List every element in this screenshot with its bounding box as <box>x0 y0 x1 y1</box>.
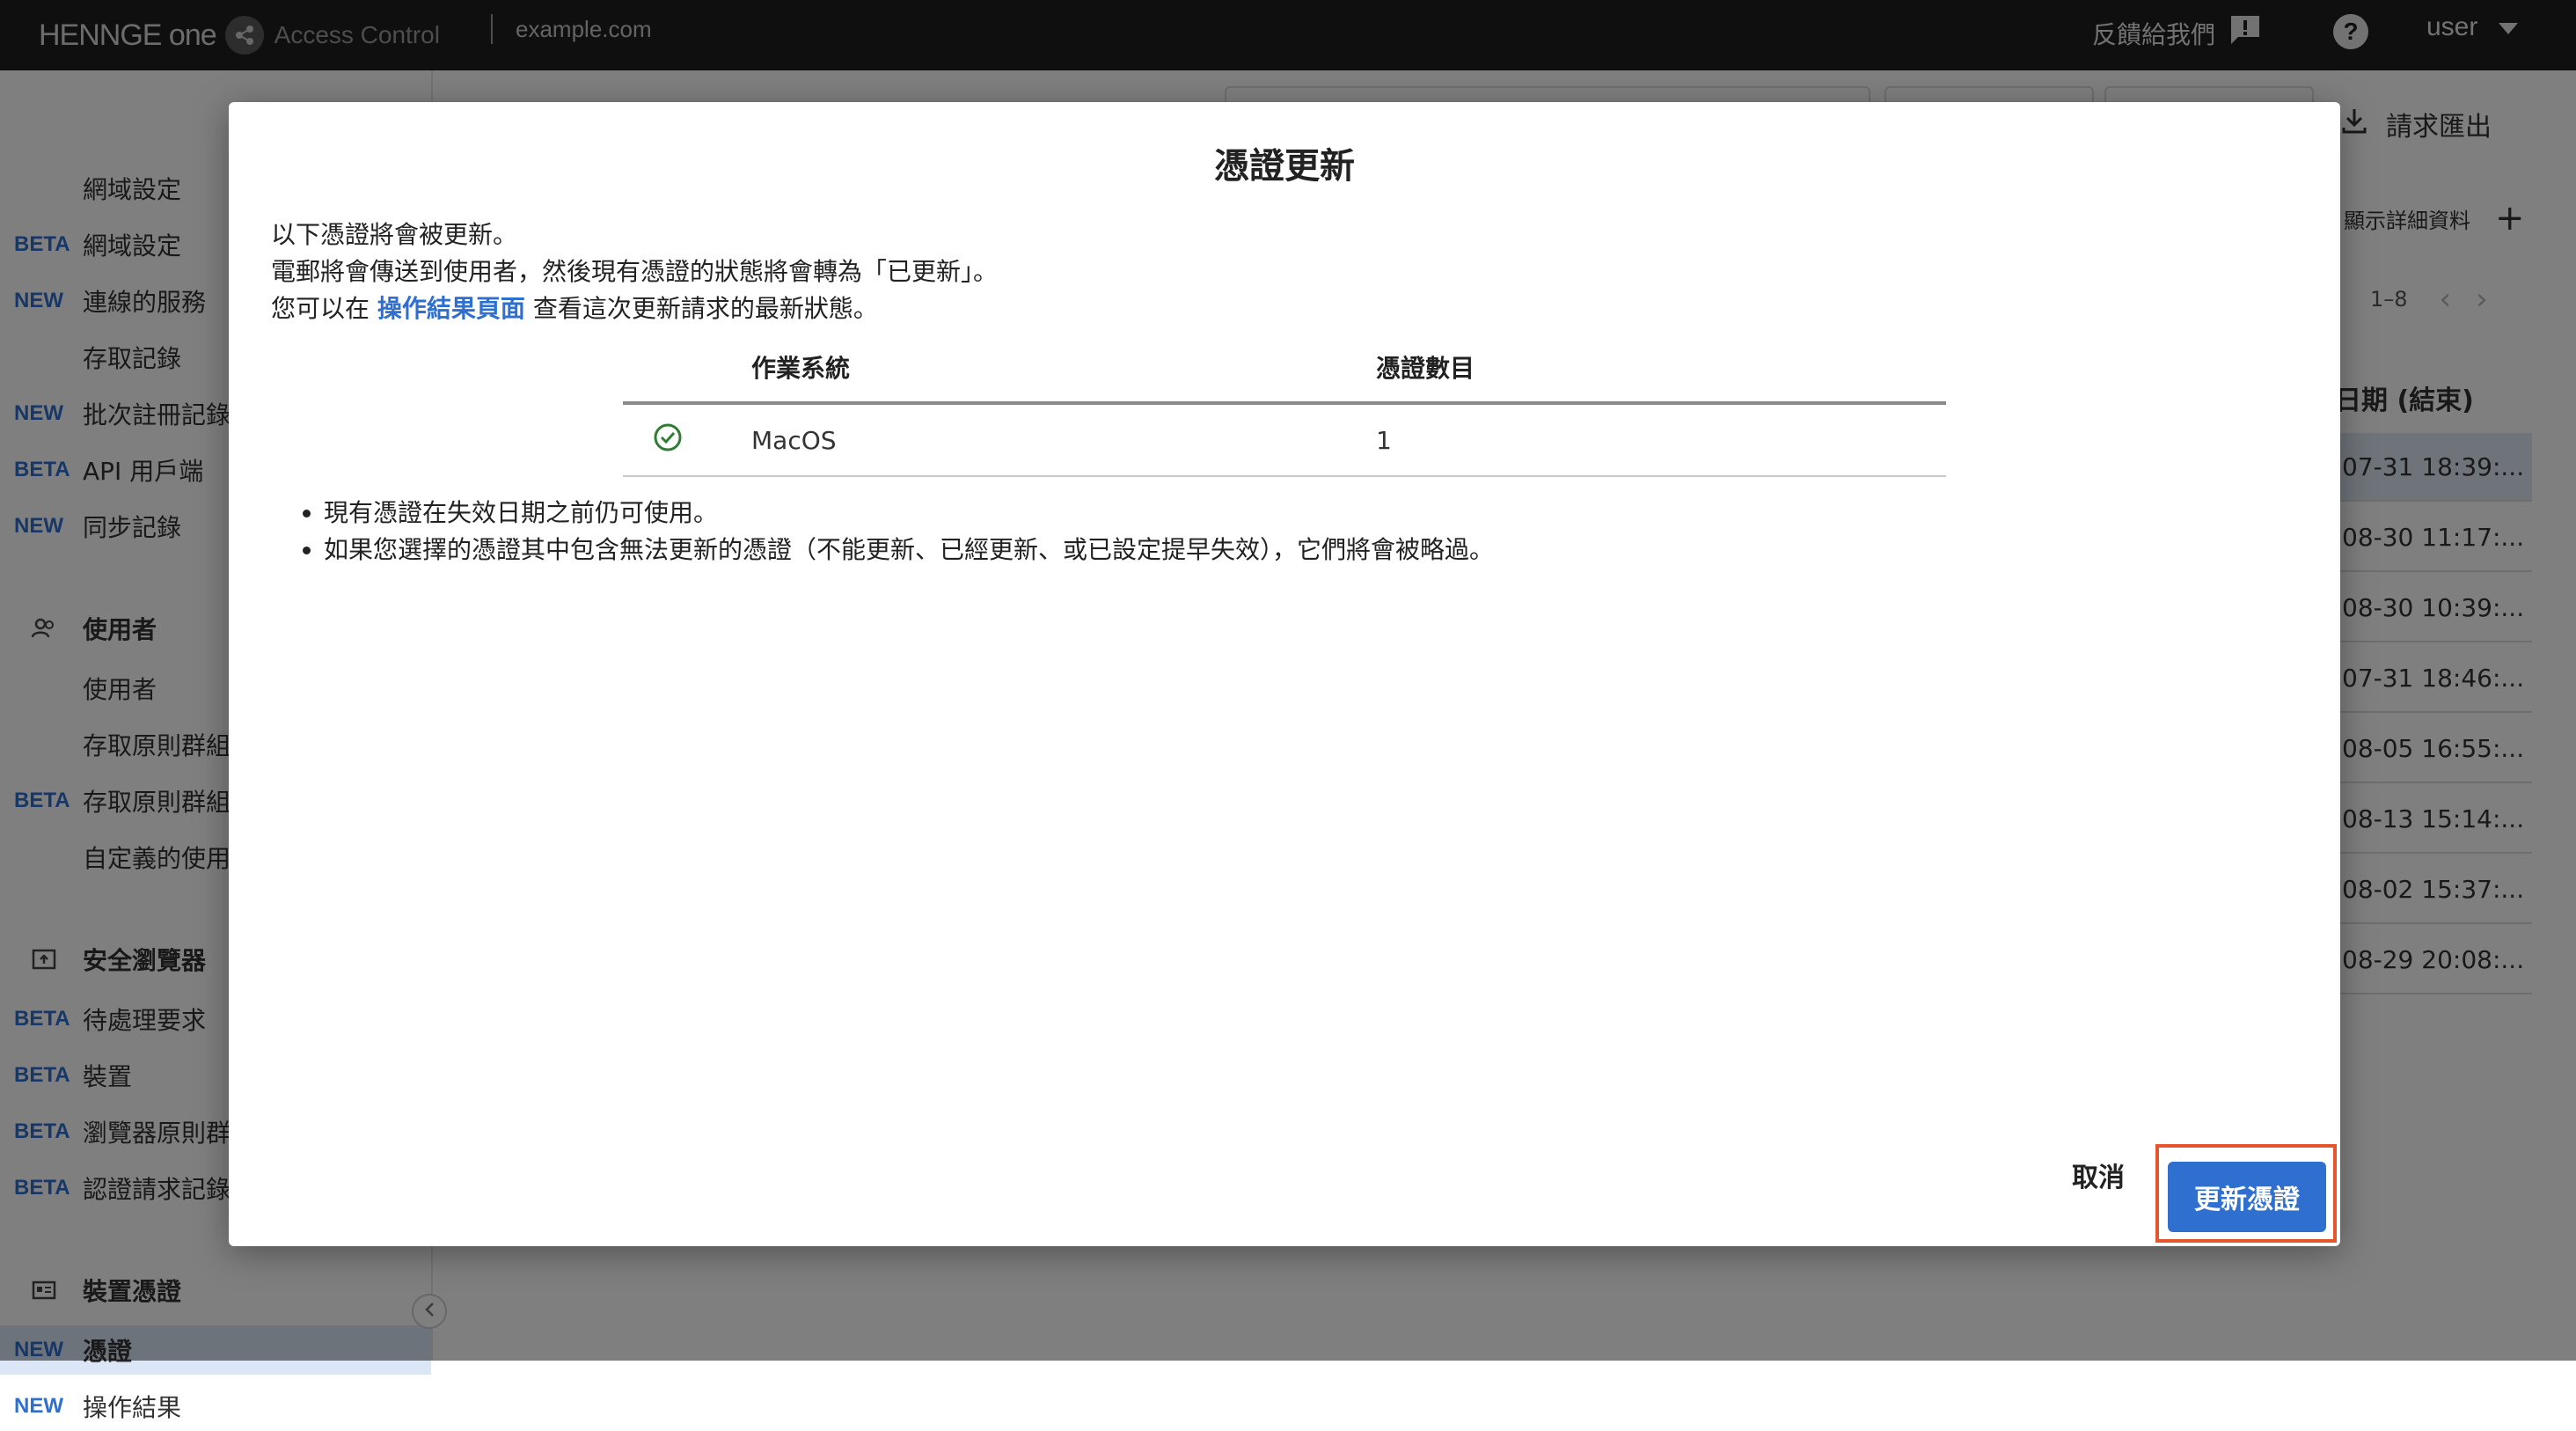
intro-line: 您可以在 操作結果頁面 查看這次更新請求的最新狀態。 <box>271 290 998 327</box>
intro-suffix: 查看這次更新請求的最新狀態。 <box>524 294 878 323</box>
table-row: MacOS 1 <box>623 403 1946 477</box>
check-circle-icon <box>653 423 683 459</box>
table-cell-count: 1 <box>1376 403 1946 477</box>
certificate-renewal-dialog: 憑證更新 以下憑證將會被更新。 電郵將會傳送到使用者，然後現有憑證的狀態將會轉為… <box>229 102 2340 1246</box>
intro-line: 電郵將會傳送到使用者，然後現有憑證的狀態將會轉為「已更新」。 <box>271 257 999 286</box>
note-item: 現有憑證在失效日期之前仍可使用。 <box>324 495 1494 532</box>
nav-label: 操作結果 <box>83 1393 182 1422</box>
intro-prefix: 您可以在 <box>271 294 377 323</box>
table-cell-status <box>623 403 751 477</box>
table-header-row: 作業系統 憑證數目 <box>623 333 1946 405</box>
intro-line: 以下憑證將會被更新。 <box>271 220 518 249</box>
dialog-intro: 以下憑證將會被更新。 電郵將會傳送到使用者，然後現有憑證的狀態將會轉為「已更新」… <box>271 216 998 327</box>
operation-results-link[interactable]: 操作結果頁面 <box>377 294 525 323</box>
table-cell-os: MacOS <box>751 403 1376 477</box>
note-item: 如果您選擇的憑證其中包含無法更新的憑證（不能更新、已經更新、或已設定提早失效），… <box>324 532 1494 569</box>
sidebar-item-operation-results[interactable]: NEW 操作結果 <box>0 1382 431 1431</box>
table-header-count: 憑證數目 <box>1376 333 1946 405</box>
renewal-summary-table: 作業系統 憑證數目 MacOS 1 <box>623 333 1946 477</box>
nav-badge: NEW <box>14 1394 63 1418</box>
dialog-notes: 現有憑證在失效日期之前仍可使用。 如果您選擇的憑證其中包含無法更新的憑證（不能更… <box>271 495 1494 569</box>
cancel-button[interactable]: 取消 <box>2050 1146 2147 1204</box>
dialog-title: 憑證更新 <box>1214 146 1355 187</box>
highlight-box <box>2155 1144 2337 1243</box>
table-header-icon <box>623 333 751 405</box>
table-header-os: 作業系統 <box>751 333 1376 405</box>
